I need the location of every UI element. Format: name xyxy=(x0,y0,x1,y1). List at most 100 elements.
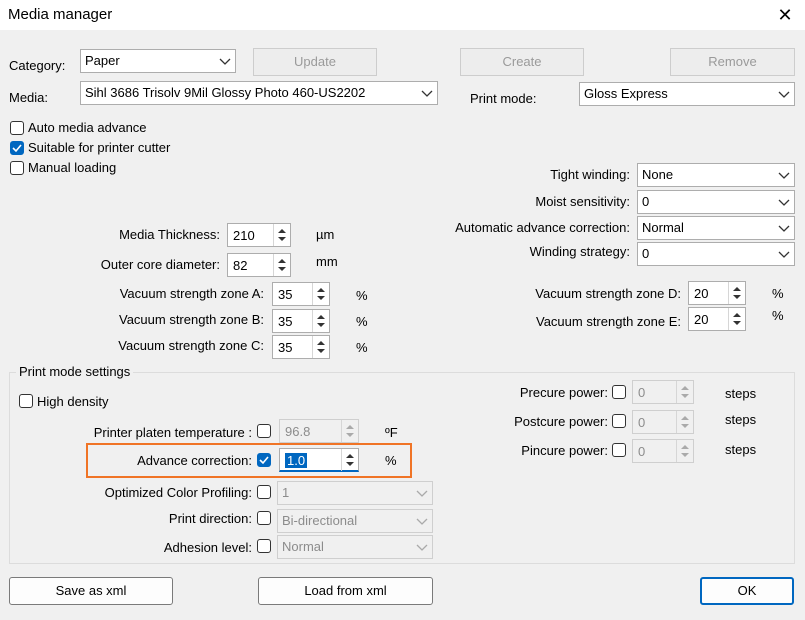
pincure-spinner[interactable]: 0 xyxy=(632,439,694,463)
category-label: Category: xyxy=(9,58,66,73)
outer-core-spinner[interactable]: 82 xyxy=(227,253,291,277)
winding-strategy-label: Winding strategy: xyxy=(529,244,630,259)
spinner-arrows-icon[interactable] xyxy=(341,449,358,471)
postcure-value: 0 xyxy=(638,415,646,430)
checkmark-icon xyxy=(12,144,22,153)
winding-strategy-dropdown[interactable]: 0 xyxy=(637,242,795,266)
media-dropdown[interactable]: Sihl 3686 Trisolv 9Mil Glossy Photo 460-… xyxy=(80,81,438,105)
vacuum-b-spinner[interactable]: 35 xyxy=(272,309,330,333)
vacuum-b-label: Vacuum strength zone B: xyxy=(118,312,264,327)
vacuum-a-value: 35 xyxy=(278,287,293,302)
category-dropdown[interactable]: Paper xyxy=(80,49,236,73)
chevron-down-icon xyxy=(416,490,428,497)
spinner-arrows-icon[interactable] xyxy=(676,381,693,403)
platen-temp-spinner[interactable]: 96.8 xyxy=(279,419,359,443)
pincure-checkbox[interactable] xyxy=(612,443,626,457)
print-mode-dropdown[interactable]: Gloss Express xyxy=(579,82,795,106)
chevron-down-icon xyxy=(416,518,428,525)
suitable-cutter-checkbox[interactable] xyxy=(10,141,24,155)
close-icon: ✕ xyxy=(777,5,793,25)
moist-sensitivity-dropdown[interactable]: 0 xyxy=(637,190,795,214)
platen-temp-checkbox[interactable] xyxy=(257,424,271,438)
advance-correction-spinner[interactable]: 1.0 xyxy=(279,448,359,472)
optimized-color-checkbox[interactable] xyxy=(257,485,271,499)
vacuum-e-label: Vacuum strength zone E: xyxy=(535,314,681,329)
update-button[interactable]: Update xyxy=(253,48,377,76)
load-from-xml-button[interactable]: Load from xml xyxy=(258,577,433,605)
spinner-arrows-icon[interactable] xyxy=(273,224,290,246)
chevron-down-icon xyxy=(219,58,231,65)
suitable-cutter-label: Suitable for printer cutter xyxy=(28,140,171,155)
print-direction-dropdown[interactable]: Bi-directional xyxy=(277,509,433,533)
platen-temp-unit: ºF xyxy=(385,425,398,440)
vacuum-a-spinner[interactable]: 35 xyxy=(272,282,330,306)
pincure-unit: steps xyxy=(725,442,757,457)
postcure-checkbox[interactable] xyxy=(612,414,626,428)
pincure-value: 0 xyxy=(638,444,646,459)
automatic-advance-value: Normal xyxy=(642,220,684,235)
print-mode-settings-label: Print mode settings xyxy=(16,364,134,379)
spinner-arrows-icon[interactable] xyxy=(312,310,329,332)
advance-correction-unit: % xyxy=(385,453,397,468)
spinner-arrows-icon[interactable] xyxy=(312,283,329,305)
high-density-checkbox[interactable] xyxy=(19,394,33,408)
adhesion-level-label: Adhesion level: xyxy=(163,540,252,555)
automatic-advance-dropdown[interactable]: Normal xyxy=(637,216,795,240)
spinner-arrows-icon[interactable] xyxy=(728,308,745,330)
remove-button[interactable]: Remove xyxy=(670,48,795,76)
outer-core-value: 82 xyxy=(233,258,248,273)
postcure-spinner[interactable]: 0 xyxy=(632,410,694,434)
optimized-color-value: 1 xyxy=(282,485,290,500)
print-direction-value: Bi-directional xyxy=(282,513,358,528)
spinner-arrows-icon[interactable] xyxy=(273,254,290,276)
tight-winding-value: None xyxy=(642,167,674,182)
window-title: Media manager xyxy=(8,6,113,23)
adhesion-level-dropdown[interactable]: Normal xyxy=(277,535,433,559)
chevron-down-icon xyxy=(416,544,428,551)
vacuum-c-label: Vacuum strength zone C: xyxy=(118,338,264,353)
print-direction-checkbox[interactable] xyxy=(257,511,271,525)
manual-loading-checkbox[interactable] xyxy=(10,161,24,175)
save-as-xml-button[interactable]: Save as xml xyxy=(9,577,173,605)
postcure-unit: steps xyxy=(725,412,757,427)
chevron-down-icon xyxy=(778,172,790,179)
advance-correction-value: 1.0 xyxy=(285,453,308,468)
adhesion-level-value: Normal xyxy=(282,539,324,554)
advance-correction-checkbox[interactable] xyxy=(257,453,271,467)
precure-value: 0 xyxy=(638,385,646,400)
ok-button[interactable]: OK xyxy=(700,577,794,605)
spinner-arrows-icon[interactable] xyxy=(676,411,693,433)
create-button[interactable]: Create xyxy=(460,48,584,76)
spinner-arrows-icon[interactable] xyxy=(728,282,745,304)
precure-checkbox[interactable] xyxy=(612,385,626,399)
chevron-down-icon xyxy=(778,91,790,98)
vacuum-c-value: 35 xyxy=(278,340,293,355)
title-bar xyxy=(0,0,805,30)
precure-spinner[interactable]: 0 xyxy=(632,380,694,404)
print-mode-value: Gloss Express xyxy=(584,86,668,101)
spinner-arrows-icon[interactable] xyxy=(341,420,358,442)
adhesion-level-checkbox[interactable] xyxy=(257,539,271,553)
vacuum-e-unit: % xyxy=(772,308,784,323)
media-thickness-spinner[interactable]: 210 xyxy=(227,223,291,247)
vacuum-a-label: Vacuum strength zone A: xyxy=(119,286,264,301)
close-button[interactable]: ✕ xyxy=(770,0,800,30)
chevron-down-icon xyxy=(421,90,433,97)
vacuum-e-spinner[interactable]: 20 xyxy=(688,307,746,331)
moist-sensitivity-value: 0 xyxy=(642,194,650,209)
outer-core-label: Outer core diameter: xyxy=(100,257,220,272)
automatic-advance-label: Automatic advance correction: xyxy=(455,220,630,235)
spinner-arrows-icon[interactable] xyxy=(676,440,693,462)
auto-media-advance-checkbox[interactable] xyxy=(10,121,24,135)
vacuum-e-value: 20 xyxy=(694,312,709,327)
spinner-arrows-icon[interactable] xyxy=(312,336,329,358)
platen-temp-label: Printer platen temperature : xyxy=(93,425,252,440)
vacuum-d-spinner[interactable]: 20 xyxy=(688,281,746,305)
vacuum-c-spinner[interactable]: 35 xyxy=(272,335,330,359)
tight-winding-dropdown[interactable]: None xyxy=(637,163,795,187)
postcure-label: Postcure power: xyxy=(514,414,608,429)
media-thickness-unit: µm xyxy=(316,227,335,242)
media-value: Sihl 3686 Trisolv 9Mil Glossy Photo 460-… xyxy=(85,85,366,100)
optimized-color-dropdown[interactable]: 1 xyxy=(277,481,433,505)
vacuum-b-unit: % xyxy=(356,314,368,329)
